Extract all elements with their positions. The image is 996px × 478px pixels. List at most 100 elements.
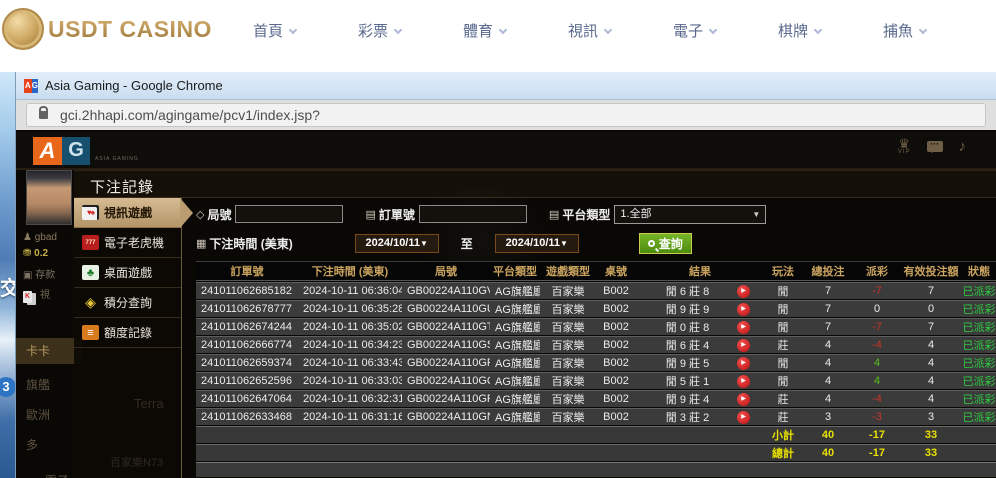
- play-video-button[interactable]: ▶: [737, 321, 750, 334]
- cell-time: 2024-10-11 06:32:31: [298, 390, 402, 407]
- subtotal-row: 小計 40 -17 33: [196, 426, 996, 443]
- address-field[interactable]: gci.2hhapi.com/agingame/pcv1/index.jsp?: [26, 103, 986, 127]
- cell-platform: AG旗艦廳: [490, 300, 540, 317]
- clipboard-icon: ▤: [365, 208, 375, 221]
- total-row: 總計 40 -17 33: [196, 444, 996, 461]
- cell-table-no: B002: [596, 318, 636, 335]
- sidebar-item-label: 積分查詢: [104, 294, 152, 311]
- site-logo[interactable]: USDT CASINO: [2, 8, 212, 50]
- cell-time: 2024-10-11 06:36:04: [298, 282, 402, 299]
- cell-table-no: B002: [596, 408, 636, 425]
- coin-logo-icon: [2, 8, 44, 50]
- cell-bet: 4: [802, 336, 854, 353]
- ag-logo-subtext: ASIA GAMING: [95, 156, 139, 162]
- column-header: 派彩: [854, 261, 900, 281]
- nav-item[interactable]: 彩票: [327, 20, 432, 41]
- column-header: 玩法: [764, 261, 802, 281]
- play-video-button[interactable]: ▶: [737, 393, 750, 406]
- cell-table-no: B002: [596, 372, 636, 389]
- sidebar-item-label: 視訊遊戲: [104, 204, 152, 221]
- table-header-row: 訂單號下注時間 (美東)局號平台類型遊戲類型桌號結果玩法總投注派彩有效投注額狀態: [196, 261, 996, 281]
- play-video-button[interactable]: ▶: [737, 339, 750, 352]
- window-title: Asia Gaming - Google Chrome: [45, 78, 223, 93]
- subtotal-valid: 33: [900, 426, 962, 443]
- customer-service-icon[interactable]: ···: [927, 141, 943, 152]
- cell-valid: 0: [900, 300, 962, 317]
- play-video-button[interactable]: ▶: [737, 303, 750, 316]
- music-note-icon[interactable]: ♪: [959, 138, 967, 155]
- cell-platform: AG旗艦廳: [490, 282, 540, 299]
- cell-table-no: B002: [596, 336, 636, 353]
- cell-status: 已派彩: [962, 408, 996, 425]
- menu-fragment-multi: 多: [26, 436, 38, 453]
- cell-valid: 7: [900, 318, 962, 335]
- cell-order: 241011062647064: [196, 390, 298, 407]
- cell-result: 閒 6 莊 8▶: [636, 282, 764, 299]
- user-avatar: [26, 170, 72, 225]
- sidebar-item[interactable]: 視訊遊戲: [74, 198, 181, 228]
- cell-payout: 4: [854, 354, 900, 371]
- cell-platform: AG旗艦廳: [490, 408, 540, 425]
- play-video-button[interactable]: ▶: [737, 411, 750, 424]
- window-titlebar[interactable]: AG Asia Gaming - Google Chrome: [16, 72, 996, 100]
- table-row: 241011062633468 2024-10-11 06:31:16 GB00…: [196, 408, 996, 425]
- cell-play: 莊: [764, 336, 802, 353]
- ag-topbar: A G ASIA GAMING ♛ VIP ··· ♪: [16, 132, 996, 170]
- cell-platform: AG旗艦廳: [490, 372, 540, 389]
- platform-select[interactable]: 1.全部 ▼: [614, 205, 766, 224]
- order-input[interactable]: [419, 205, 527, 223]
- sidebar-item[interactable]: 桌面遊戲: [74, 258, 181, 288]
- sidebar-item[interactable]: 積分查詢: [74, 288, 181, 318]
- nav-item[interactable]: 首頁: [222, 20, 327, 41]
- cell-table-no: B002: [596, 300, 636, 317]
- cell-play: 閒: [764, 300, 802, 317]
- cell-table-no: B002: [596, 282, 636, 299]
- play-video-button[interactable]: ▶: [737, 375, 750, 388]
- cell-table-no: B002: [596, 354, 636, 371]
- cell-bet: 4: [802, 390, 854, 407]
- bet-time-label: 下注時間 (美東): [209, 235, 292, 252]
- nav-item[interactable]: 視訊: [537, 20, 642, 41]
- cell-round: GB00224A110GT: [402, 318, 490, 335]
- panel-header: 下注記錄: [74, 170, 996, 198]
- cell-valid: 7: [900, 282, 962, 299]
- caret-down-icon: ▼: [752, 206, 760, 223]
- cell-valid: 4: [900, 336, 962, 353]
- round-input[interactable]: [235, 205, 343, 223]
- play-video-button[interactable]: ▶: [737, 357, 750, 370]
- list-icon: ▤: [549, 208, 559, 221]
- chevron-down-icon: [919, 25, 927, 33]
- nav-item[interactable]: 電子: [642, 20, 747, 41]
- bet-records-table: 訂單號下注時間 (美東)局號平台類型遊戲類型桌號結果玩法總投注派彩有效投注額狀態…: [196, 260, 996, 478]
- main-content: ◇ 局號 ▤ 訂單號 ▤ 平台類型 1.全部 ▼ ▦ 下注時間 (美東): [182, 198, 996, 478]
- date-from-picker[interactable]: 2024/10/11▼: [355, 234, 439, 253]
- cell-status: 已派彩: [962, 336, 996, 353]
- chevron-down-icon: [814, 25, 822, 33]
- sidebar-item[interactable]: 電子老虎機: [74, 228, 181, 258]
- cell-game: 百家樂: [540, 354, 596, 371]
- play-video-button[interactable]: ▶: [737, 285, 750, 298]
- chevron-down-icon: [394, 25, 402, 33]
- cell-play: 閒: [764, 318, 802, 335]
- column-header: 平台類型: [490, 261, 540, 281]
- date-to-picker[interactable]: 2024/10/11▼: [495, 234, 579, 253]
- watermark-terra: Terra: [134, 396, 164, 411]
- column-header: 桌號: [596, 261, 636, 281]
- url-bar: gci.2hhapi.com/agingame/pcv1/index.jsp?: [16, 100, 996, 130]
- cell-status: 已派彩: [962, 318, 996, 335]
- nav-item[interactable]: 棋牌: [747, 20, 852, 41]
- sidebar-item[interactable]: 額度記錄: [74, 318, 181, 348]
- cell-game: 百家樂: [540, 336, 596, 353]
- column-header: 下注時間 (美東): [298, 261, 402, 281]
- nav-item[interactable]: 體育: [432, 20, 537, 41]
- cell-platform: AG旗艦廳: [490, 318, 540, 335]
- video-tab-fragment: K視: [23, 286, 50, 303]
- ag-logo[interactable]: A G ASIA GAMING: [33, 137, 139, 165]
- sidebar-item-icon: [82, 235, 99, 250]
- vip-crown-icon[interactable]: ♛ VIP: [898, 138, 911, 155]
- search-button[interactable]: 查詢: [639, 233, 692, 254]
- menu-fragment-europe: 歐洲: [26, 406, 50, 423]
- cell-bet: 4: [802, 354, 854, 371]
- nav-item[interactable]: 捕魚: [852, 20, 957, 41]
- cell-result: 閒 9 莊 4▶: [636, 390, 764, 407]
